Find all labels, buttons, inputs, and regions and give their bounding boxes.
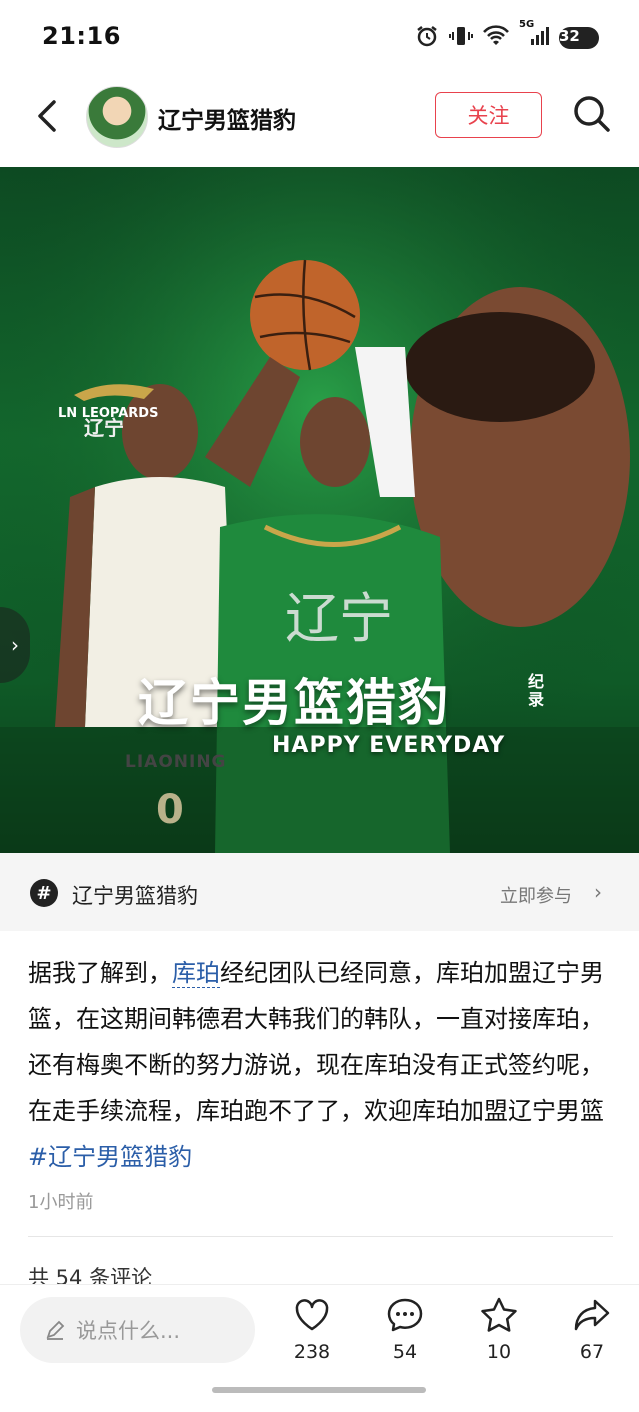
network-type: 5G xyxy=(519,19,535,30)
like-count: 238 xyxy=(293,1341,331,1363)
status-time: 21:16 xyxy=(42,22,121,50)
jersey-text: LIAONING xyxy=(125,752,227,772)
topic-name[interactable]: 辽宁男篮猎豹 xyxy=(72,880,198,910)
hashtag-icon: # xyxy=(30,879,58,907)
comment-placeholder: 说点什么... xyxy=(76,1319,181,1343)
search-icon xyxy=(574,96,610,132)
chevron-right-icon: › xyxy=(594,880,602,904)
mention-link[interactable]: 库珀 xyxy=(172,959,220,988)
favorite-count: 10 xyxy=(486,1341,512,1363)
status-icons: 5G 32 xyxy=(415,19,599,52)
team-logo: LN LEOPARDS 辽宁 xyxy=(54,377,169,440)
heart-icon xyxy=(295,1299,329,1331)
comment-button[interactable]: 54 xyxy=(375,1295,435,1363)
back-button[interactable] xyxy=(28,96,68,136)
avatar[interactable] xyxy=(86,86,148,148)
hero-side-text: 纪录 xyxy=(528,672,545,709)
share-icon xyxy=(574,1299,610,1331)
post-time: 1小时前 xyxy=(28,1192,94,1213)
account-name[interactable]: 辽宁男篮猎豹 xyxy=(158,101,296,135)
like-button[interactable]: 238 xyxy=(282,1295,342,1363)
star-icon xyxy=(481,1297,517,1332)
post-image[interactable]: 辽宁 LN LEOPARDS 辽宁 LIAONING 0 0 辽宁男篮猎豹 纪录… xyxy=(0,167,639,853)
comment-input[interactable]: 说点什么... xyxy=(20,1297,255,1363)
signal-icon: 5G xyxy=(519,19,549,51)
topic-bar[interactable]: # 辽宁男篮猎豹 立即参与 › xyxy=(0,853,639,931)
share-count: 67 xyxy=(579,1341,605,1363)
status-bar: 21:16 5G 32 xyxy=(0,0,639,76)
hero-title: 辽宁男篮猎豹 xyxy=(138,674,450,732)
post-text: 据我了解到，库珀经纪团队已经同意，库珀加盟辽宁男篮，在这期间韩德君大韩我们的韩队… xyxy=(28,950,613,1180)
chevron-left-icon xyxy=(38,100,56,132)
alarm-icon xyxy=(415,24,439,52)
hashtag-link[interactable]: #辽宁男篮猎豹 xyxy=(28,1143,192,1171)
favorite-button[interactable]: 10 xyxy=(469,1295,529,1363)
post-text-start: 据我了解到， xyxy=(28,959,172,987)
comment-icon xyxy=(387,1298,423,1332)
post-header: 辽宁男篮猎豹 关注 xyxy=(0,76,639,166)
divider xyxy=(28,1236,613,1237)
join-topic-button[interactable]: 立即参与 xyxy=(500,882,572,908)
comment-count: 54 xyxy=(392,1341,418,1363)
home-indicator[interactable] xyxy=(212,1387,426,1393)
hero-subtitle: HAPPY EVERYDAY xyxy=(272,733,506,758)
svg-text:辽宁: 辽宁 xyxy=(285,587,393,650)
wifi-icon xyxy=(483,25,509,51)
jersey-number-left: 0 xyxy=(156,787,184,833)
follow-button[interactable]: 关注 xyxy=(435,92,542,138)
pencil-icon xyxy=(46,1320,65,1340)
vibrate-icon xyxy=(449,24,473,52)
comments-header: 共 54 条评论 xyxy=(28,1266,153,1286)
search-button[interactable] xyxy=(572,94,612,134)
battery-icon: 32 xyxy=(559,27,599,49)
svg-text:辽宁: 辽宁 xyxy=(84,416,124,437)
share-button[interactable]: 67 xyxy=(562,1295,622,1363)
chevron-right-icon: › xyxy=(11,633,19,657)
